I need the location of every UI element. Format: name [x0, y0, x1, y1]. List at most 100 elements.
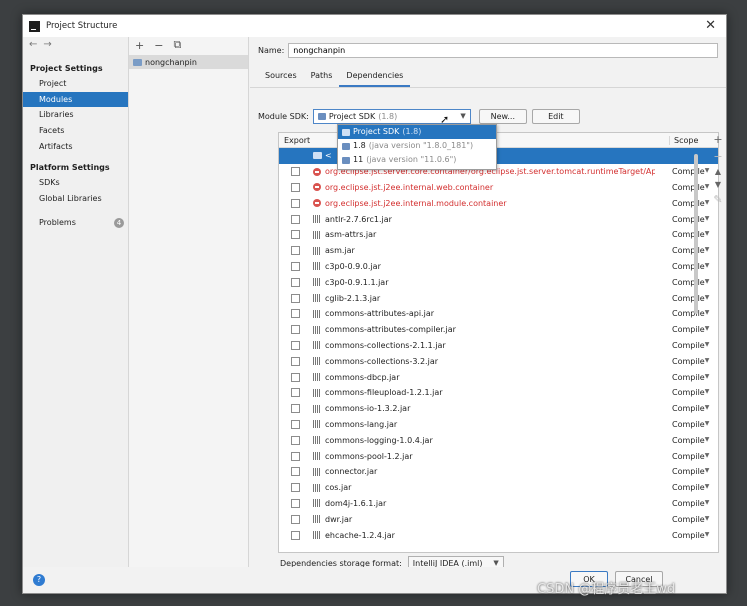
export-checkbox[interactable]: [291, 530, 300, 540]
add-dependency-icon[interactable]: +: [713, 133, 722, 146]
scope-select[interactable]: Compile ▼: [669, 436, 709, 445]
tab-dependencies[interactable]: Dependencies: [339, 66, 411, 87]
scope-select[interactable]: Compile ▼: [669, 199, 709, 208]
table-row[interactable]: org.eclipse.jst.j2ee.internal.web.contai…: [279, 180, 718, 196]
export-checkbox[interactable]: [291, 340, 300, 350]
sdk-option[interactable]: Project SDK (1.8): [338, 125, 496, 139]
new-sdk-button[interactable]: New...: [478, 109, 527, 124]
export-checkbox[interactable]: [291, 325, 300, 335]
scope-select[interactable]: Compile ▼: [669, 341, 709, 350]
export-checkbox[interactable]: [291, 467, 300, 477]
table-row[interactable]: commons-logging-1.0.4.jar Compile ▼: [279, 432, 718, 448]
export-checkbox[interactable]: [291, 309, 300, 319]
sidebar-item-facets[interactable]: Facets: [23, 123, 128, 139]
copy-module-icon[interactable]: ⧉: [173, 38, 181, 52]
scope-select[interactable]: Compile ▼: [669, 404, 709, 413]
sdk-option[interactable]: 1.8 (java version "1.8.0_181"): [338, 139, 496, 153]
sdk-option[interactable]: 11 (java version "11.0.6"): [338, 153, 496, 167]
scope-select[interactable]: Compile ▼: [669, 230, 709, 239]
export-checkbox[interactable]: [291, 419, 300, 429]
scope-select[interactable]: Compile ▼: [669, 515, 709, 524]
sidebar-item-sdks[interactable]: SDKs: [23, 175, 128, 191]
scope-select[interactable]: Compile ▼: [669, 309, 709, 318]
close-icon[interactable]: ✕: [705, 18, 716, 33]
table-row[interactable]: c3p0-0.9.0.jar Compile ▼: [279, 259, 718, 275]
tab-sources[interactable]: Sources: [258, 66, 304, 87]
tab-paths[interactable]: Paths: [304, 66, 340, 87]
table-row[interactable]: asm-attrs.jar Compile ▼: [279, 227, 718, 243]
scope-select[interactable]: Compile ▼: [669, 499, 709, 508]
sidebar-item-modules[interactable]: Modules: [23, 91, 128, 108]
add-module-icon[interactable]: +: [135, 39, 144, 52]
table-row[interactable]: cglib-2.1.3.jar Compile ▼: [279, 290, 718, 306]
back-arrow-icon[interactable]: ←: [29, 39, 43, 50]
scope-select[interactable]: Compile ▼: [669, 483, 709, 492]
move-up-icon[interactable]: ▲: [715, 167, 721, 176]
edit-sdk-button[interactable]: Edit: [531, 109, 580, 124]
remove-dependency-icon[interactable]: −: [713, 150, 722, 163]
module-item[interactable]: nongchanpin: [129, 55, 248, 69]
scope-select[interactable]: Compile ▼: [669, 531, 709, 540]
sidebar-item-project[interactable]: Project: [23, 76, 128, 92]
export-checkbox[interactable]: [291, 435, 300, 445]
table-row[interactable]: commons-dbcp.jar Compile ▼: [279, 369, 718, 385]
table-row[interactable]: commons-pool-1.2.jar Compile ▼: [279, 448, 718, 464]
table-row[interactable]: commons-fileupload-1.2.1.jar Compile ▼: [279, 385, 718, 401]
scope-select[interactable]: Compile ▼: [669, 183, 709, 192]
table-scrollbar[interactable]: [694, 154, 698, 314]
scope-select[interactable]: Compile ▼: [669, 467, 709, 476]
table-row[interactable]: dwr.jar Compile ▼: [279, 511, 718, 527]
table-row[interactable]: cos.jar Compile ▼: [279, 480, 718, 496]
scope-select[interactable]: Compile ▼: [669, 294, 709, 303]
table-row[interactable]: ehcache-1.2.4.jar Compile ▼: [279, 527, 718, 543]
export-checkbox[interactable]: [291, 372, 300, 382]
remove-module-icon[interactable]: −: [154, 39, 163, 52]
sidebar-item-libraries[interactable]: Libraries: [23, 107, 128, 123]
move-down-icon[interactable]: ▼: [715, 180, 721, 189]
export-checkbox[interactable]: [291, 404, 300, 414]
scope-select[interactable]: Compile ▼: [669, 357, 709, 366]
scope-select[interactable]: Compile ▼: [669, 215, 709, 224]
scope-select[interactable]: Compile ▼: [669, 246, 709, 255]
export-checkbox[interactable]: [291, 277, 300, 287]
scope-select[interactable]: Compile ▼: [669, 262, 709, 271]
export-checkbox[interactable]: [291, 451, 300, 461]
export-checkbox[interactable]: [291, 261, 300, 271]
export-checkbox[interactable]: [291, 198, 300, 208]
scope-select[interactable]: Compile ▼: [669, 325, 709, 334]
table-row[interactable]: c3p0-0.9.1.1.jar Compile ▼: [279, 274, 718, 290]
sidebar-item-artifacts[interactable]: Artifacts: [23, 139, 128, 155]
nav-item-problems[interactable]: Problems 4: [23, 215, 128, 231]
help-icon[interactable]: ?: [33, 574, 45, 586]
export-checkbox[interactable]: [291, 167, 300, 177]
export-checkbox[interactable]: [291, 230, 300, 240]
export-checkbox[interactable]: [291, 356, 300, 366]
table-row[interactable]: commons-attributes-api.jar Compile ▼: [279, 306, 718, 322]
export-checkbox[interactable]: [291, 483, 300, 493]
scope-select[interactable]: Compile ▼: [669, 388, 709, 397]
scope-select[interactable]: Compile ▼: [669, 452, 709, 461]
export-checkbox[interactable]: [291, 514, 300, 524]
table-row[interactable]: connector.jar Compile ▼: [279, 464, 718, 480]
table-row[interactable]: org.eclipse.jst.j2ee.internal.module.con…: [279, 195, 718, 211]
table-row[interactable]: commons-io-1.3.2.jar Compile ▼: [279, 401, 718, 417]
table-row[interactable]: commons-collections-2.1.1.jar Compile ▼: [279, 338, 718, 354]
export-checkbox[interactable]: [291, 388, 300, 398]
scope-select[interactable]: Compile ▼: [669, 167, 709, 176]
edit-dependency-icon[interactable]: ✎: [713, 193, 722, 206]
sidebar-item-global-libraries[interactable]: Global Libraries: [23, 191, 128, 207]
scope-select[interactable]: Compile ▼: [669, 420, 709, 429]
table-row[interactable]: asm.jar Compile ▼: [279, 243, 718, 259]
export-checkbox[interactable]: [291, 214, 300, 224]
export-checkbox[interactable]: [291, 246, 300, 256]
table-row[interactable]: dom4j-1.6.1.jar Compile ▼: [279, 496, 718, 512]
table-row[interactable]: antlr-2.7.6rc1.jar Compile ▼: [279, 211, 718, 227]
module-name-input[interactable]: [288, 43, 719, 58]
export-checkbox[interactable]: [291, 182, 300, 192]
export-checkbox[interactable]: [291, 293, 300, 303]
export-checkbox[interactable]: [291, 498, 300, 508]
scope-select[interactable]: Compile ▼: [669, 278, 709, 287]
table-row[interactable]: commons-attributes-compiler.jar Compile ▼: [279, 322, 718, 338]
table-row[interactable]: commons-lang.jar Compile ▼: [279, 417, 718, 433]
forward-arrow-icon[interactable]: →: [43, 39, 57, 50]
